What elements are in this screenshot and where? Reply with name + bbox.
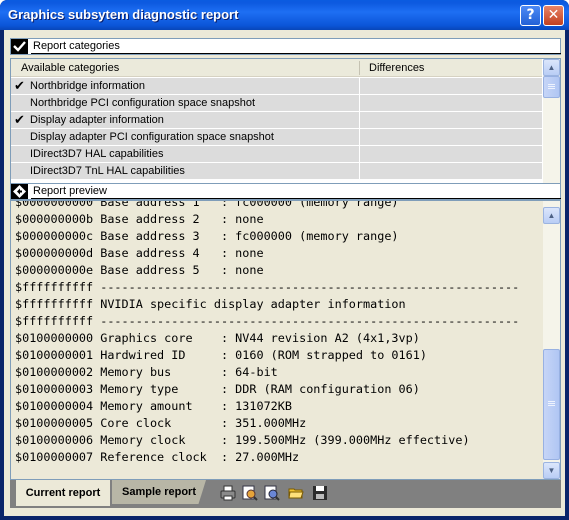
report-line: $0100000005 Core clock : 351.000MHz: [15, 416, 307, 430]
scroll-thumb[interactable]: [543, 349, 560, 460]
window-title: Graphics subsytem diagnostic report: [8, 7, 239, 22]
report-preview-pane[interactable]: $0000000000 Base address 1 : fc000000 (m…: [10, 200, 561, 480]
list-item[interactable]: ✔ Display adapter information: [11, 112, 542, 129]
title-bar[interactable]: Graphics subsytem diagnostic report ? ✕: [0, 0, 569, 30]
report-preview-label: Report preview: [33, 185, 107, 197]
differences-cell: [359, 95, 542, 111]
category-label: Northbridge PCI configuration space snap…: [30, 97, 256, 109]
report-tab-bar: Current report Sample report: [10, 480, 561, 508]
header-rule: [31, 198, 561, 199]
scroll-down-button[interactable]: ▼: [543, 462, 560, 479]
column-header-available[interactable]: Available categories: [21, 62, 119, 74]
checkmark-icon: ✔: [14, 112, 25, 127]
report-line: $000000000d Base address 4 : none: [15, 246, 264, 260]
report-categories-label: Report categories: [33, 40, 120, 52]
report-categories-header: Report categories: [10, 38, 561, 55]
category-label: IDirect3D7 TnL HAL capabilities: [30, 165, 185, 177]
category-label: IDirect3D7 HAL capabilities: [30, 148, 164, 160]
report-line: $000000000b Base address 2 : none: [15, 212, 264, 226]
category-label: Display adapter PCI configuration space …: [30, 131, 274, 143]
folder-open-icon[interactable]: [288, 485, 304, 501]
differences-cell: [359, 146, 542, 162]
tab-current-report[interactable]: Current report: [16, 480, 110, 506]
list-header: Available categories Differences: [11, 59, 542, 77]
category-label: Northbridge information: [30, 80, 145, 92]
report-view-icon[interactable]: [242, 485, 258, 501]
report-preview-header: Report preview: [10, 183, 561, 200]
report-line: $0100000000 Graphics core : NV44 revisio…: [15, 331, 420, 345]
differences-cell: [359, 163, 542, 179]
column-separator[interactable]: [359, 61, 360, 75]
client-area: Report categories Available categories D…: [4, 30, 565, 516]
column-header-differences[interactable]: Differences: [369, 62, 424, 74]
differences-cell: [359, 129, 542, 145]
category-label: Display adapter information: [30, 114, 164, 126]
report-line: $000000000e Base address 5 : none: [15, 263, 264, 277]
differences-cell: [359, 78, 542, 94]
preview-scrollbar[interactable]: ▲ ▼: [543, 201, 560, 479]
list-item[interactable]: Northbridge PCI configuration space snap…: [11, 95, 542, 112]
list-item[interactable]: Display adapter PCI configuration space …: [11, 129, 542, 146]
scroll-up-button[interactable]: ▲: [543, 207, 560, 224]
report-line: $ffffffffff ----------------------------…: [15, 280, 520, 294]
header-rule: [31, 53, 561, 54]
save-disk-icon[interactable]: [312, 485, 328, 501]
report-line: $0100000004 Memory amount : 131072KB: [15, 399, 292, 413]
report-line: $000000000c Base address 3 : fc000000 (m…: [15, 229, 399, 243]
report-line: $ffffffffff NVIDIA specific display adap…: [15, 297, 406, 311]
report-line: $0000000000 Base address 1 : fc000000 (m…: [15, 200, 399, 209]
report-line: $0100000001 Hardwired ID : 0160 (ROM str…: [15, 348, 427, 362]
scroll-up-button[interactable]: ▲: [543, 59, 560, 76]
printer-icon[interactable]: [220, 485, 236, 501]
help-button[interactable]: ?: [520, 5, 541, 26]
report-window: Graphics subsytem diagnostic report ? ✕ …: [0, 0, 569, 520]
differences-cell: [359, 112, 542, 128]
checkmark-icon: [11, 39, 28, 54]
list-item[interactable]: IDirect3D7 HAL capabilities: [11, 146, 542, 163]
report-line: $0100000003 Memory type : DDR (RAM confi…: [15, 382, 420, 396]
report-text[interactable]: $0000000000 Base address 1 : fc000000 (m…: [15, 200, 520, 466]
list-item[interactable]: ✔ Northbridge information: [11, 78, 542, 95]
scroll-thumb[interactable]: [543, 76, 560, 98]
report-line: $0100000007 Reference clock : 27.000MHz: [15, 450, 300, 464]
tab-sample-report[interactable]: Sample report: [112, 480, 206, 504]
diamond-arrows-icon: [11, 184, 28, 199]
report-line: $0100000006 Memory clock : 199.500MHz (3…: [15, 433, 470, 447]
report-line: $0100000002 Memory bus : 64-bit: [15, 365, 278, 379]
report-line: $ffffffffff ----------------------------…: [15, 314, 520, 328]
close-button[interactable]: ✕: [543, 5, 564, 26]
checkmark-icon: ✔: [14, 78, 25, 93]
report-compare-icon[interactable]: [264, 485, 280, 501]
list-item[interactable]: IDirect3D7 TnL HAL capabilities: [11, 163, 542, 180]
